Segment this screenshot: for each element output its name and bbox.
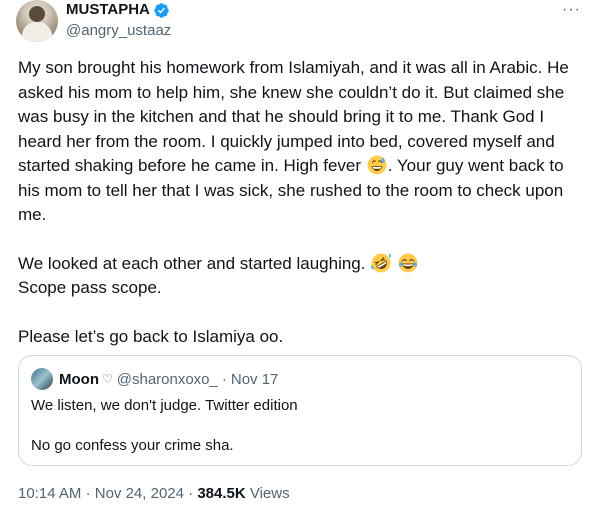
quoted-tweet-header: Moon ♡ @sharonxoxo_ · Nov 17 [31,368,278,390]
author-handle[interactable]: @angry_ustaaz [66,21,171,41]
quoted-tweet[interactable]: Moon ♡ @sharonxoxo_ · Nov 17 We listen, … [18,355,582,466]
separator-dot: · [221,370,227,388]
author-avatar[interactable] [16,0,58,42]
tweet-body: My son brought his homework from Islamiy… [18,56,588,349]
rolling-laughing-emoji [371,252,392,272]
verified-badge-icon [154,2,169,18]
tweet-paragraph-3: Scope pass scope. [18,278,162,297]
tweet: MUSTAPHA @angry_ustaaz ··· My son brough… [0,0,599,523]
tweet-text-part: We looked at each other and started laug… [18,253,366,273]
tweet-date[interactable]: Nov 24, 2024 [95,485,184,502]
separator-dot: · [85,485,91,502]
views-label: Views [249,485,290,502]
quoted-author-avatar[interactable] [31,368,53,390]
quoted-author-name[interactable]: Moon [59,371,99,388]
tweet-paragraph-1: My son brought his homework from Islamiy… [18,56,588,228]
quoted-tweet-date[interactable]: Nov 17 [231,371,279,388]
views-count[interactable]: 384.5K [197,485,245,502]
tweet-time[interactable]: 10:14 AM [18,485,81,502]
separator-dot: · [188,485,194,502]
author-name-row: MUSTAPHA [66,0,170,20]
quoted-tweet-body: We listen, we don't judge. Twitter editi… [31,396,298,456]
tweet-paragraph-4: Please let’s go back to Islamiya oo. [18,326,284,346]
tweet-meta: 10:14 AM · Nov 24, 2024 · 384.5K Views [18,484,290,504]
author-display-name[interactable]: MUSTAPHA [66,0,150,20]
tweet-paragraph-2: We looked at each other and started laug… [18,252,588,277]
more-options-button[interactable]: ··· [562,2,581,18]
tears-of-joy-emoji [398,253,418,272]
quoted-tweet-line-1: We listen, we don't judge. Twitter editi… [31,397,298,414]
quoted-tweet-line-2: No go confess your crime sha. [31,437,234,454]
heart-icon: ♡ [101,372,113,386]
grinning-sweat-emoji [367,155,387,175]
quoted-author-handle[interactable]: @sharonxoxo_ [117,371,218,388]
